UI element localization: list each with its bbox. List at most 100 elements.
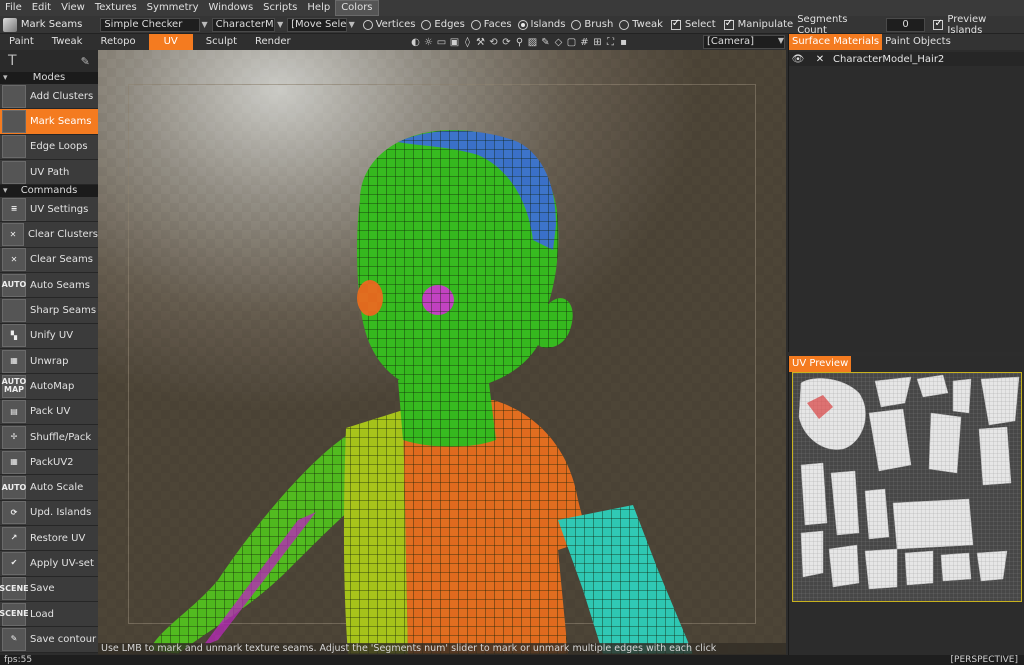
cube-seam-icon (2, 109, 26, 133)
preview-islands-checkbox[interactable] (933, 18, 944, 30)
tool-auto-seams[interactable]: AUTO Auto Seams (0, 273, 98, 299)
tool-label: Restore UV (30, 532, 86, 544)
tool-restore-uv[interactable]: ↗ Restore UV (0, 526, 98, 552)
chevron-down-icon[interactable]: ▼ (347, 20, 357, 29)
tool-label: Edge Loops (30, 141, 88, 153)
grid-icon: ▦ (2, 349, 26, 373)
tool-label: Pack UV (30, 406, 71, 418)
tab-uv-preview[interactable]: UV Preview (789, 356, 852, 372)
tool-auto-scale[interactable]: AUTO Auto Scale (0, 475, 98, 501)
brush-radio[interactable] (571, 19, 582, 30)
vertices-radio[interactable] (362, 19, 373, 30)
material-row[interactable]: 👁 ✕ CharacterModel_Hair2 (789, 52, 1024, 66)
light-icon[interactable]: ☼ (423, 37, 434, 48)
tab-render[interactable]: Render (246, 34, 300, 50)
chevron-down-icon[interactable]: ▼ (200, 20, 210, 29)
room-tabs: Paint Tweak Retopo UV Sculpt Render ◐ ☼ … (0, 34, 788, 50)
menu-help[interactable]: Help (302, 0, 335, 16)
manipulate-checkbox[interactable] (723, 18, 734, 30)
tool-label: Mark Seams (30, 115, 92, 127)
tool-clear-clusters[interactable]: ✕ Clear Clusters (0, 222, 98, 248)
transform-combo[interactable]: [Move Select (287, 17, 347, 32)
pencil-icon[interactable]: ✎ (81, 55, 90, 68)
pen-icon[interactable]: ✎ (540, 37, 551, 48)
object-combo[interactable]: CharacterMo (211, 17, 276, 32)
mesh-icon[interactable]: ◇ (553, 37, 564, 48)
screenshot-icon[interactable]: ▪ (618, 37, 629, 48)
tool-label: Shuffle/Pack (30, 431, 92, 443)
uv-preview-canvas[interactable] (792, 372, 1022, 602)
select-checkbox[interactable] (670, 18, 681, 30)
uv-islands-map[interactable] (793, 373, 1022, 602)
tool-label: UV Path (30, 166, 70, 178)
menu-windows[interactable]: Windows (204, 0, 259, 16)
grid-icon[interactable]: # (579, 37, 590, 48)
tab-tweak[interactable]: Tweak (43, 34, 92, 50)
tool-packuv2[interactable]: ▦ PackUV2 (0, 450, 98, 476)
tool-mark-seams[interactable]: Mark Seams (0, 109, 98, 135)
camera-combo[interactable]: [Camera] (703, 35, 785, 49)
tool-clear-seams[interactable]: ✕ Clear Seams (0, 247, 98, 274)
tool-unify-uv[interactable]: ▚ Unify UV (0, 323, 98, 349)
segments-count-input[interactable]: 0 (885, 17, 926, 32)
shader-combo[interactable]: Simple Checker (100, 17, 200, 32)
tool-load[interactable]: SCENE Load (0, 601, 98, 628)
loop-icon[interactable]: ⟲ (488, 37, 499, 48)
refresh-icon: ⟳ (2, 501, 26, 525)
view-icon[interactable]: ◐ (410, 37, 421, 48)
image-icon[interactable]: ▣ (449, 37, 460, 48)
menu-colors[interactable]: Colors (335, 0, 379, 16)
edges-radio[interactable] (421, 19, 432, 30)
commands-header[interactable]: Commands (0, 185, 98, 198)
chevron-down-icon[interactable]: ▼ (275, 20, 285, 29)
tool-pack-uv[interactable]: ▤ Pack UV (0, 399, 98, 425)
frame-icon[interactable]: ▭ (436, 37, 447, 48)
tab-retopo[interactable]: Retopo (91, 34, 144, 50)
close-icon[interactable]: ✕ (813, 54, 827, 65)
eye-icon[interactable]: 👁 (791, 54, 805, 65)
faces-radio[interactable] (470, 19, 481, 30)
tool-automap[interactable]: AUTO MAP AutoMap (0, 374, 98, 400)
tab-uv[interactable]: UV (148, 34, 193, 50)
tool-label: Unwrap (30, 355, 69, 367)
tab-paint-objects[interactable]: Paint Objects (882, 34, 954, 50)
character-model[interactable] (98, 50, 786, 654)
picture-icon[interactable]: ▨ (527, 37, 538, 48)
text-tool-icon[interactable]: T (8, 53, 17, 69)
menu-edit[interactable]: Edit (27, 0, 56, 16)
fullscreen-icon[interactable]: ⛶ (605, 37, 616, 48)
tool-edge-loops[interactable]: Edge Loops (0, 134, 98, 160)
menu-symmetry[interactable]: Symmetry (142, 0, 204, 16)
tool-uv-path[interactable]: UV Path (0, 159, 98, 186)
tool-shuffle-pack[interactable]: ✢ Shuffle/Pack (0, 424, 98, 451)
left-toolbar: T ✎ Modes Add Clusters Mark Seams Edge Loo… (0, 50, 98, 653)
tool-apply-uv-set[interactable]: ✔ Apply UV-set (0, 551, 98, 577)
drop-icon[interactable]: ◊ (462, 37, 473, 48)
tab-paint[interactable]: Paint (0, 34, 43, 50)
tool-upd-islands[interactable]: ⟳ Upd. Islands (0, 500, 98, 527)
chevron-down-icon[interactable]: ▼ (776, 36, 786, 45)
zoom-icon[interactable]: ⚲ (514, 37, 525, 48)
cube-icon[interactable]: ▢ (566, 37, 577, 48)
tab-surface-materials[interactable]: Surface Materials (789, 34, 883, 50)
menu-view[interactable]: View (56, 0, 90, 16)
tool-label: Add Clusters (30, 90, 94, 102)
menu-textures[interactable]: Textures (90, 0, 142, 16)
tool-uv-settings[interactable]: ≡ UV Settings (0, 197, 98, 223)
refresh-icon[interactable]: ⟳ (501, 37, 512, 48)
scene-load-icon: SCENE (0, 602, 29, 626)
3d-viewport[interactable] (98, 50, 786, 654)
tab-sculpt[interactable]: Sculpt (197, 34, 246, 50)
tool-save-contour[interactable]: ✎ Save contour (0, 627, 98, 653)
menu-file[interactable]: File (0, 0, 27, 16)
tool-unwrap[interactable]: ▦ Unwrap (0, 348, 98, 375)
tool-sharp-seams[interactable]: Sharp Seams (0, 298, 98, 324)
tool-icon[interactable]: ⚒ (475, 37, 486, 48)
islands-radio[interactable] (517, 19, 528, 30)
snap-icon[interactable]: ⊞ (592, 37, 603, 48)
tool-add-clusters[interactable]: Add Clusters (0, 84, 98, 110)
modes-header[interactable]: Modes (0, 72, 98, 84)
tweak-radio[interactable] (619, 19, 630, 30)
menu-scripts[interactable]: Scripts (258, 0, 302, 16)
tool-save[interactable]: SCENE Save (0, 576, 98, 602)
